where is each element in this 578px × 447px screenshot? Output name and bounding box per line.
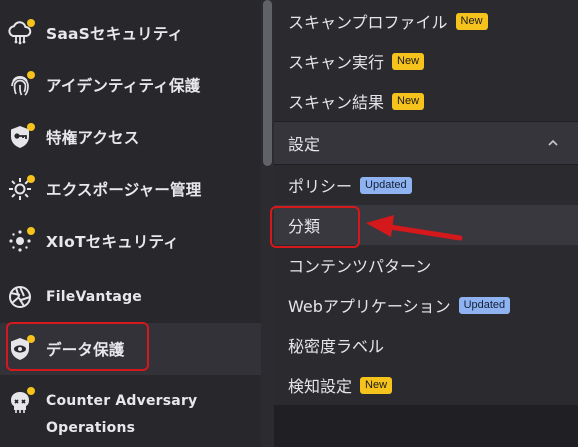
sidebar-item-label: FileVantage [46,289,142,305]
submenu-item-label: スキャンプロファイル [288,13,448,32]
sidebar-item-identity-protection[interactable]: アイデンティティ保護 [0,59,261,111]
sidebar-item-label: SaaSセキュリティ [46,25,184,43]
sidebar-item-label: アイデンティティ保護 [46,77,201,95]
sidebar-item-label: XIoTセキュリティ [46,233,180,251]
updated-badge: Updated [360,176,412,194]
cloud-network-icon [7,19,35,46]
sidebar-item-privileged-access[interactable]: 特権アクセス [0,111,261,163]
sidebar-item-label: データ保護 [46,341,125,359]
sidebar-item-data-protection[interactable]: データ保護 [0,323,261,375]
sidebar-item-label: エクスポージャー管理 [46,181,202,199]
submenu-item-label: Webアプリケーション [288,297,451,316]
new-badge: New [392,52,425,70]
sidebar-item-label-line2: Operations [46,420,136,436]
sun-exposure-icon [7,175,35,202]
submenu-item-web-applications[interactable]: Webアプリケーション Updated [274,285,578,325]
submenu-item-scan-results[interactable]: スキャン結果 New [274,81,578,121]
sidebar-item-label-line1: Counter Adversary [46,393,198,409]
submenu-item-label: 秘密度ラベル [288,337,385,356]
section-title: 設定 [288,135,321,154]
sidebar-scrollbar[interactable] [261,0,274,447]
sidebar-item-saas-security[interactable]: SaaSセキュリティ [0,7,261,59]
sidebar-item-counter-adversary-operations[interactable]: Counter Adversary Operations [0,387,261,444]
submenu-item-scan-runs[interactable]: スキャン実行 New [274,41,578,81]
fingerprint-icon [7,71,35,98]
settings-items-list: ポリシー Updated 分類 コンテンツパターン Webアプリケーション Up… [274,165,578,405]
submenu-item-content-patterns[interactable]: コンテンツパターン [274,245,578,285]
scan-items-list: スキャンプロファイル New スキャン実行 New スキャン結果 New [274,0,578,121]
sidebar-scrollbar-thumb[interactable] [263,0,272,166]
shield-key-icon [7,123,35,150]
new-badge: New [392,92,425,110]
new-badge: New [455,12,488,30]
submenu-item-label: コンテンツパターン [288,257,432,276]
iot-nodes-icon [7,227,35,254]
sidebar-item-filevantage[interactable]: FileVantage [0,271,261,323]
submenu-item-policies[interactable]: ポリシー Updated [274,165,578,205]
chevron-up-icon [548,139,558,146]
sidebar-item-label: 特権アクセス [46,129,140,147]
submenu-item-detection-settings[interactable]: 検知設定 New [274,365,578,405]
submenu-item-label: スキャン実行 [288,53,385,72]
submenu-item-label: スキャン結果 [288,93,385,112]
new-badge: New [360,376,393,394]
eye-shield-icon [7,335,35,362]
submenu-item-scan-profiles[interactable]: スキャンプロファイル New [274,1,578,41]
submenu-item-label: 検知設定 [288,377,353,396]
sidebar-item-exposure-management[interactable]: エクスポージャー管理 [0,163,261,215]
updated-badge: Updated [458,296,511,314]
submenu-item-label: ポリシー [288,177,353,196]
submenu-item-label: 分類 [288,217,321,236]
submenu-item-sensitivity-labels[interactable]: 秘密度ラベル [274,325,578,365]
settings-section-header[interactable]: 設定 [274,122,578,164]
sidebar: SaaSセキュリティ アイデンティティ保護 特権アクセス エクスポージャー管理 … [0,0,261,447]
aperture-icon [7,284,33,310]
adversary-skull-icon [7,387,35,416]
sidebar-item-xiot-security[interactable]: XIoTセキュリティ [0,215,261,267]
annotation-arrow-icon [366,215,463,241]
